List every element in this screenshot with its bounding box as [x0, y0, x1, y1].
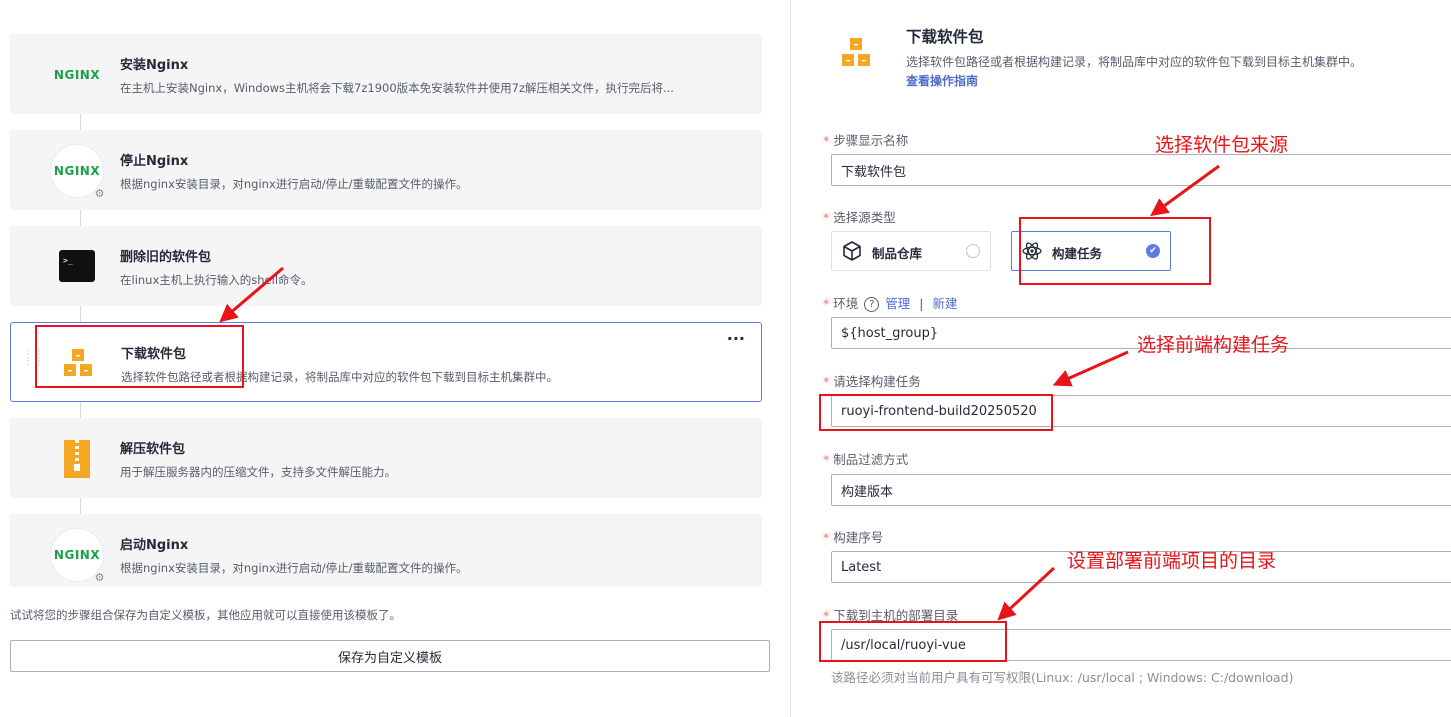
panel-title: 下载软件包: [906, 28, 984, 46]
step-description: 根据nginx安装目录，对nginx进行启动/停止/重载配置文件的操作。: [120, 177, 468, 191]
step-name-input[interactable]: 下载软件包: [831, 154, 1451, 186]
step-config-panel: 下载软件包 选择软件包路径或者根据构建记录，将制品库中对应的软件包下载到目标主机…: [791, 0, 1451, 717]
nginx-logo: NGINX: [53, 68, 101, 82]
env-manage-link[interactable]: 管理: [885, 296, 910, 311]
annotation-box: [35, 325, 244, 388]
step-card-delete-old-package[interactable]: >_ 删除旧的软件包 在linux主机上执行输入的shell命令。: [10, 226, 762, 306]
step-title: 启动Nginx: [120, 538, 189, 553]
step-connector: [80, 401, 81, 418]
gear-icon: ⚙: [94, 571, 105, 584]
step-connector: [80, 497, 81, 514]
guide-link[interactable]: 查看操作指南: [906, 72, 978, 89]
panel-description: 选择软件包路径或者根据构建记录，将制品库中对应的软件包下载到目标主机集群中。: [906, 55, 1363, 69]
nginx-icon: NGINX ⚙: [50, 528, 105, 584]
step-title: 安装Nginx: [120, 58, 189, 73]
filter-select[interactable]: 构建版本: [831, 474, 1451, 506]
gear-icon: ⚙: [94, 187, 105, 200]
more-options-button[interactable]: ···: [727, 329, 745, 348]
filter-label: * 制品过滤方式: [823, 452, 909, 467]
step-connector: [80, 209, 81, 226]
help-icon[interactable]: ?: [864, 297, 880, 312]
step-title: 停止Nginx: [120, 154, 189, 169]
annotation-select-build: 选择前端构建任务: [1137, 334, 1290, 356]
radio-unchecked-icon[interactable]: [966, 244, 980, 258]
step-card-start-nginx[interactable]: NGINX ⚙ 启动Nginx 根据nginx安装目录，对nginx进行启动/停止…: [10, 514, 762, 587]
env-label: * 环境? 管理 | 新建: [823, 296, 958, 312]
source-option-label: 制品仓库: [872, 246, 923, 261]
package-icon: [836, 36, 876, 76]
pipeline-steps-panel: NGINX 安装Nginx 在主机上安装Nginx，Windows主机将会下载7…: [0, 0, 790, 717]
cube-icon: [841, 240, 863, 262]
step-description: 根据nginx安装目录，对nginx进行启动/停止/重载配置文件的操作。: [120, 561, 468, 575]
source-option-artifact-repo[interactable]: 制品仓库: [831, 231, 991, 271]
env-new-link[interactable]: 新建: [933, 296, 958, 311]
annotation-box: [819, 621, 1007, 662]
nginx-icon: NGINX: [50, 48, 104, 102]
step-name-label: * 步骤显示名称: [823, 133, 909, 148]
step-connector: [80, 305, 81, 322]
nginx-logo: NGINX: [53, 548, 101, 562]
step-description: 在主机上安装Nginx，Windows主机将会下载7z1900版本免安装软件并使…: [120, 81, 674, 95]
step-card-stop-nginx[interactable]: NGINX ⚙ 停止Nginx 根据nginx安装目录，对nginx进行启动/停止…: [10, 130, 762, 210]
build-task-label: * 请选择构建任务: [823, 374, 921, 389]
annotation-box: [819, 394, 1053, 431]
step-card-unzip-package[interactable]: 解压软件包 用于解压服务器内的压缩文件，支持多文件解压能力。: [10, 418, 762, 498]
nginx-logo: NGINX: [53, 164, 101, 178]
annotation-set-dir: 设置部署前端项目的目录: [1067, 550, 1277, 572]
build-number-label: * 构建序号: [823, 530, 884, 545]
template-hint: 试试将您的步骤组合保存为自定义模板，其他应用就可以直接使用该模板了。: [10, 608, 401, 622]
terminal-icon: >_: [50, 240, 104, 294]
save-as-template-button[interactable]: 保存为自定义模板: [10, 640, 770, 672]
step-title: 删除旧的软件包: [120, 250, 212, 265]
step-connector: [80, 113, 81, 130]
source-type-label: * 选择源类型: [823, 210, 896, 225]
nginx-icon: NGINX ⚙: [50, 144, 105, 200]
annotation-box: [1019, 217, 1211, 285]
svg-text:>_: >_: [63, 256, 73, 265]
zip-icon: [50, 432, 104, 486]
deploy-dir-hint: 该路径必须对当前用户具有可写权限(Linux: /usr/local ; Win…: [831, 670, 1294, 685]
annotation-select-source: 选择软件包来源: [1155, 134, 1289, 156]
step-card-install-nginx[interactable]: NGINX 安装Nginx 在主机上安装Nginx，Windows主机将会下载7…: [10, 34, 762, 114]
step-description: 用于解压服务器内的压缩文件，支持多文件解压能力。: [120, 465, 396, 479]
step-title: 解压软件包: [120, 442, 186, 457]
step-description: 在linux主机上执行输入的shell命令。: [120, 273, 313, 287]
